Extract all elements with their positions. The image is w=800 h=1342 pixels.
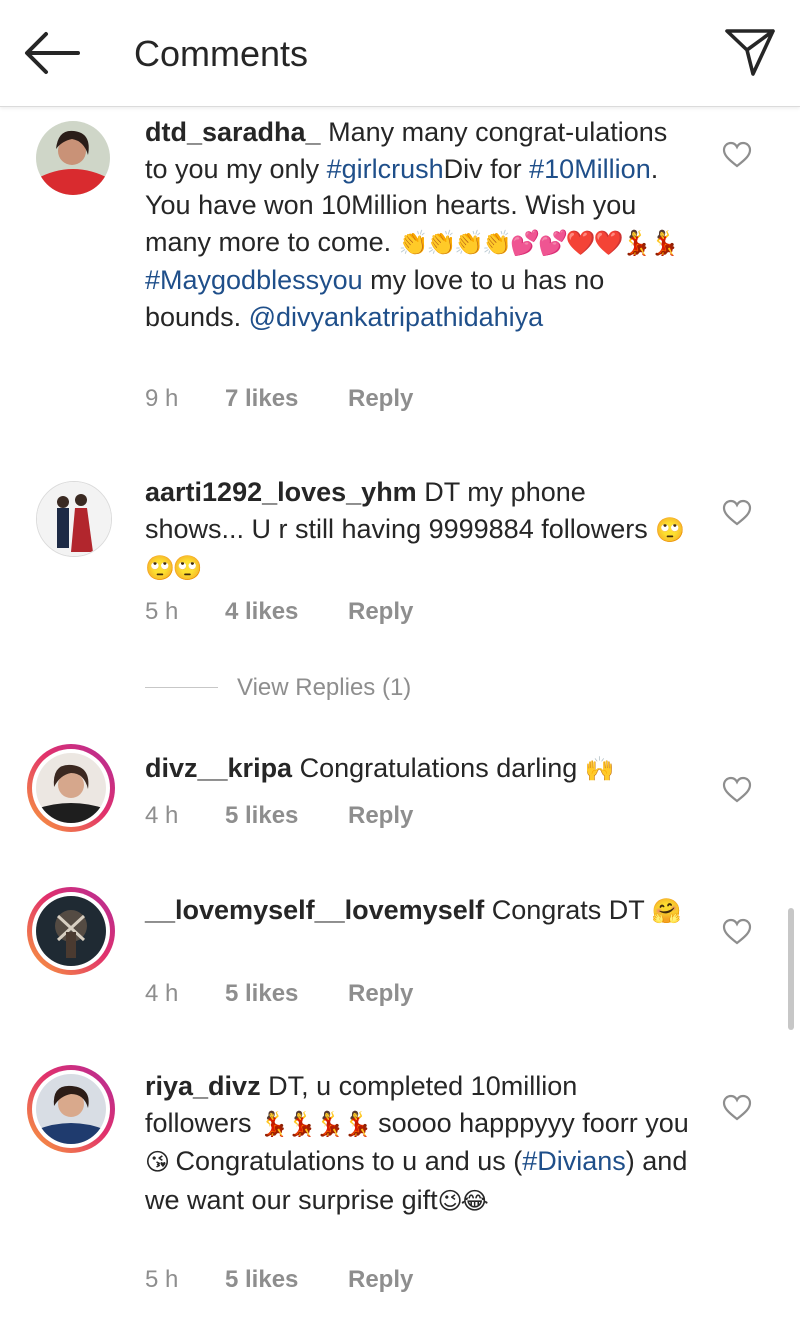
back-arrow-icon bbox=[25, 32, 80, 74]
reply-button[interactable]: Reply bbox=[348, 802, 413, 830]
view-replies-label[interactable]: View Replies (1) bbox=[237, 674, 411, 702]
heart-icon[interactable] bbox=[722, 141, 752, 169]
comment-time: 5 h bbox=[145, 1266, 179, 1293]
avatar bbox=[36, 896, 106, 966]
comment-text: aarti1292_loves_yhm DT my phone shows...… bbox=[145, 474, 690, 588]
comment-body: Congratulations to u and us ( bbox=[168, 1146, 523, 1176]
page-title: Comments bbox=[134, 33, 309, 74]
heart-icon[interactable] bbox=[722, 918, 752, 946]
comment-time: 9 h bbox=[145, 385, 179, 412]
avatar bbox=[36, 1074, 106, 1144]
likes-count[interactable]: 4 likes bbox=[225, 598, 298, 626]
likes-count[interactable]: 5 likes bbox=[225, 980, 298, 1008]
hashtag-link[interactable]: #10Million bbox=[529, 154, 651, 184]
likes-count[interactable]: 5 likes bbox=[225, 802, 298, 830]
divider bbox=[145, 687, 218, 688]
heart-icon[interactable] bbox=[722, 1094, 752, 1122]
back-button[interactable] bbox=[22, 30, 82, 76]
avatar[interactable] bbox=[36, 481, 112, 557]
reply-button[interactable]: Reply bbox=[348, 385, 413, 413]
comment-body: Many many congrat- bbox=[320, 117, 575, 147]
avatar-story-ring[interactable] bbox=[27, 887, 115, 975]
comment-time: 4 h bbox=[145, 802, 179, 829]
avatar-story-ring[interactable] bbox=[27, 744, 115, 832]
comment-text: dtd_saradha_ Many many congrat-ulations … bbox=[145, 114, 690, 335]
comment-text: __lovemyself__lovemyself Congrats DT 🤗 bbox=[145, 892, 690, 931]
emoji: 🙌 bbox=[584, 756, 615, 783]
top-bar: Comments bbox=[0, 0, 800, 107]
emoji: 😘 bbox=[145, 1149, 170, 1176]
avatar[interactable] bbox=[36, 121, 110, 195]
reply-button[interactable]: Reply bbox=[348, 598, 413, 626]
comment-text: divz__kripa Congratulations darling 🙌 bbox=[145, 750, 690, 789]
send-icon bbox=[725, 29, 775, 76]
comment-body: Congrats DT bbox=[484, 895, 652, 925]
emoji: 👏👏👏👏💕💕❤️❤️💃💃 bbox=[398, 229, 680, 257]
comment-time: 5 h bbox=[145, 598, 179, 625]
heart-icon[interactable] bbox=[722, 499, 752, 527]
avatar-story-ring[interactable] bbox=[27, 1065, 115, 1153]
comment-text: riya_divz DT, u completed 10million foll… bbox=[145, 1068, 690, 1220]
mention-link[interactable]: @divyankatripathidahiya bbox=[249, 302, 544, 332]
comment-body: Congratulations darling bbox=[292, 753, 585, 783]
comment-time: 4 h bbox=[145, 980, 179, 1007]
hashtag-link[interactable]: #Maygodblessyou bbox=[145, 265, 363, 295]
heart-icon[interactable] bbox=[722, 776, 752, 804]
emoji: 🤗 bbox=[651, 898, 682, 925]
username[interactable]: __lovemyself__lovemyself bbox=[145, 895, 484, 925]
send-button[interactable] bbox=[724, 26, 776, 78]
username[interactable]: riya_divz bbox=[145, 1071, 261, 1101]
avatar bbox=[36, 753, 106, 823]
hashtag-link[interactable]: #Divians bbox=[522, 1146, 626, 1176]
comment-body: soooo happpyyy foorr you bbox=[370, 1107, 689, 1138]
likes-count[interactable]: 5 likes bbox=[225, 1266, 298, 1294]
username[interactable]: divz__kripa bbox=[145, 753, 292, 783]
reply-button[interactable]: Reply bbox=[348, 1266, 413, 1294]
username[interactable]: dtd_saradha_ bbox=[145, 117, 321, 147]
emoji: 💃💃💃💃 bbox=[259, 1110, 373, 1138]
reply-button[interactable]: Reply bbox=[348, 980, 413, 1008]
emoji: 😉😂 bbox=[437, 1187, 489, 1215]
likes-count[interactable]: 7 likes bbox=[225, 385, 298, 413]
hashtag-link[interactable]: #girlcrush bbox=[327, 154, 444, 184]
comment-body: Div for bbox=[443, 153, 530, 184]
username[interactable]: aarti1292_loves_yhm bbox=[145, 477, 417, 507]
scrollbar[interactable] bbox=[788, 908, 794, 1030]
